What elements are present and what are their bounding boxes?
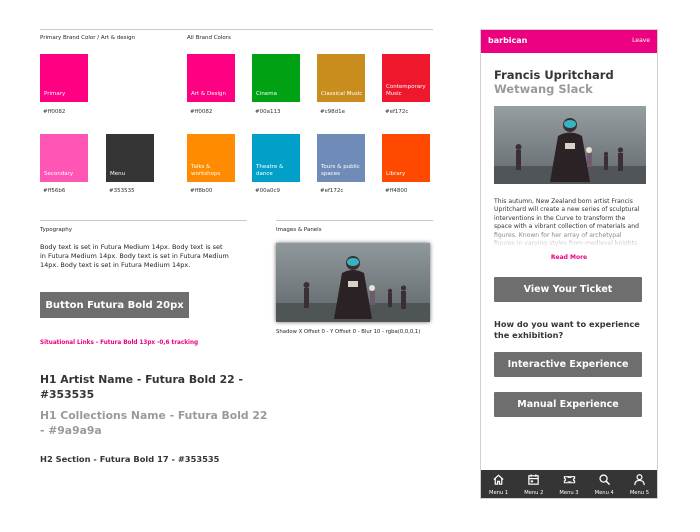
swatch-library: Library xyxy=(382,134,430,182)
shadow-caption: Shadow X Offset 0 - Y Offset 0 - Blur 10… xyxy=(276,329,421,335)
primary-colors-label: Primary Brand Color / Art & design xyxy=(40,35,136,41)
swatch-hex: #00a0c9 xyxy=(255,188,280,194)
swatch-label: Art & Design xyxy=(191,91,226,98)
exhibition-image-panel xyxy=(276,243,430,322)
read-more-link[interactable]: Read More xyxy=(481,254,657,261)
divider-top-left xyxy=(40,29,433,30)
phone-artwork-image xyxy=(494,106,646,184)
nav-label: Menu 3 xyxy=(559,490,579,496)
swatch-hex: #353535 xyxy=(109,188,135,194)
swatch-hex: #ff56b6 xyxy=(43,188,66,194)
nav-item-menu-1[interactable]: Menu 1 xyxy=(481,470,516,498)
leave-link[interactable]: Leave xyxy=(632,37,650,44)
view-ticket-button[interactable]: View Your Ticket xyxy=(494,277,642,302)
user-icon xyxy=(634,474,645,486)
sample-button[interactable]: Button Futura Bold 20px xyxy=(40,292,189,318)
swatch-hex: #00a113 xyxy=(255,109,281,115)
experience-question: How do you want to experience the exhibi… xyxy=(494,319,640,341)
swatch-theatre-dance: Theatre & dance xyxy=(252,134,300,182)
swatch-label: Theatre & dance xyxy=(256,164,284,178)
swatch-secondary: Secondary xyxy=(40,134,88,182)
swatch-hex: #ff0082 xyxy=(43,109,66,115)
home-icon xyxy=(493,474,504,485)
collection-name: Wetwang Slack xyxy=(494,82,593,96)
h2-section-sample: H2 Section - Futura Bold 17 - #353535 xyxy=(40,454,220,464)
swatch-label: Classical Music xyxy=(321,91,363,98)
all-colors-label: All Brand Colors xyxy=(187,35,231,41)
swatch-hex: #ff4800 xyxy=(385,188,408,194)
nav-label: Menu 5 xyxy=(629,490,650,496)
calendar-icon xyxy=(528,474,540,485)
nav-item-menu-4[interactable]: Menu 4 xyxy=(587,470,622,498)
h1-collection-sample: H1 Collections Name - Futura Bold 22 - #… xyxy=(40,409,268,438)
swatch-talks-workshops: Talks & workshops xyxy=(187,134,235,182)
nav-item-menu-3[interactable]: Menu 3 xyxy=(551,470,586,498)
bottom-nav: Menu 1 Menu 2 Menu 3 Menu 4 Menu 5 xyxy=(481,470,657,498)
swatch-hex: #c98d1e xyxy=(320,109,346,115)
divider-images xyxy=(276,220,433,221)
swatch-label: Cinema xyxy=(256,91,277,98)
swatch-label: Tours & public spaces xyxy=(321,164,360,178)
search-icon xyxy=(599,474,610,486)
situational-link[interactable]: Situational Links - Futura Bold 13px -0,… xyxy=(40,340,198,346)
body-text-sample: Body text is set in Futura Medium 14px. … xyxy=(40,243,229,269)
brand-logo[interactable]: barbican xyxy=(488,36,527,45)
swatch-hex: #ff8b00 xyxy=(190,188,213,194)
swatch-label: Menu xyxy=(110,171,126,178)
phone-mockup: barbican Leave Francis Upritchard Wetwan… xyxy=(480,29,658,499)
swatch-menu: Menu xyxy=(106,134,154,182)
text-fade xyxy=(494,226,646,248)
nav-label: Menu 4 xyxy=(594,490,614,496)
swatch-tours-public-spaces: Tours & public spaces xyxy=(317,134,365,182)
swatch-hex: #ff0082 xyxy=(190,109,213,115)
nav-label: Menu 2 xyxy=(524,490,544,496)
swatch-art-design: Art & Design xyxy=(187,54,235,102)
swatch-contemporary-music: Contemporary Music xyxy=(382,54,430,102)
images-label: Images & Panels xyxy=(276,227,322,233)
artist-name: Francis Upritchard xyxy=(494,68,614,82)
divider-typography xyxy=(40,220,247,221)
swatch-label: Contemporary Music xyxy=(386,84,426,98)
swatch-primary: Primary xyxy=(40,54,88,102)
manual-experience-button[interactable]: Manual Experience xyxy=(494,392,642,417)
swatch-label: Primary xyxy=(44,91,66,98)
sculpture-photo xyxy=(276,243,430,322)
nav-item-menu-2[interactable]: Menu 2 xyxy=(516,470,551,498)
interactive-experience-button[interactable]: Interactive Experience xyxy=(494,352,642,377)
ticket-icon xyxy=(563,476,575,484)
swatch-label: Library xyxy=(386,171,406,178)
sculpture-photo xyxy=(494,106,646,184)
swatch-classical-music: Classical Music xyxy=(317,54,365,102)
swatch-label: Secondary xyxy=(44,171,74,178)
nav-item-menu-5[interactable]: Menu 5 xyxy=(622,470,657,498)
swatch-cinema: Cinema xyxy=(252,54,300,102)
typography-label: Typography xyxy=(40,227,72,233)
nav-label: Menu 1 xyxy=(489,490,509,496)
swatch-hex: #ef172c xyxy=(385,109,409,115)
h1-artist-sample: H1 Artist Name - Futura Bold 22 - #35353… xyxy=(40,373,243,402)
top-bar: barbican Leave xyxy=(481,30,657,53)
swatch-label: Talks & workshops xyxy=(191,164,221,178)
swatch-hex: #ef172c xyxy=(320,188,344,194)
